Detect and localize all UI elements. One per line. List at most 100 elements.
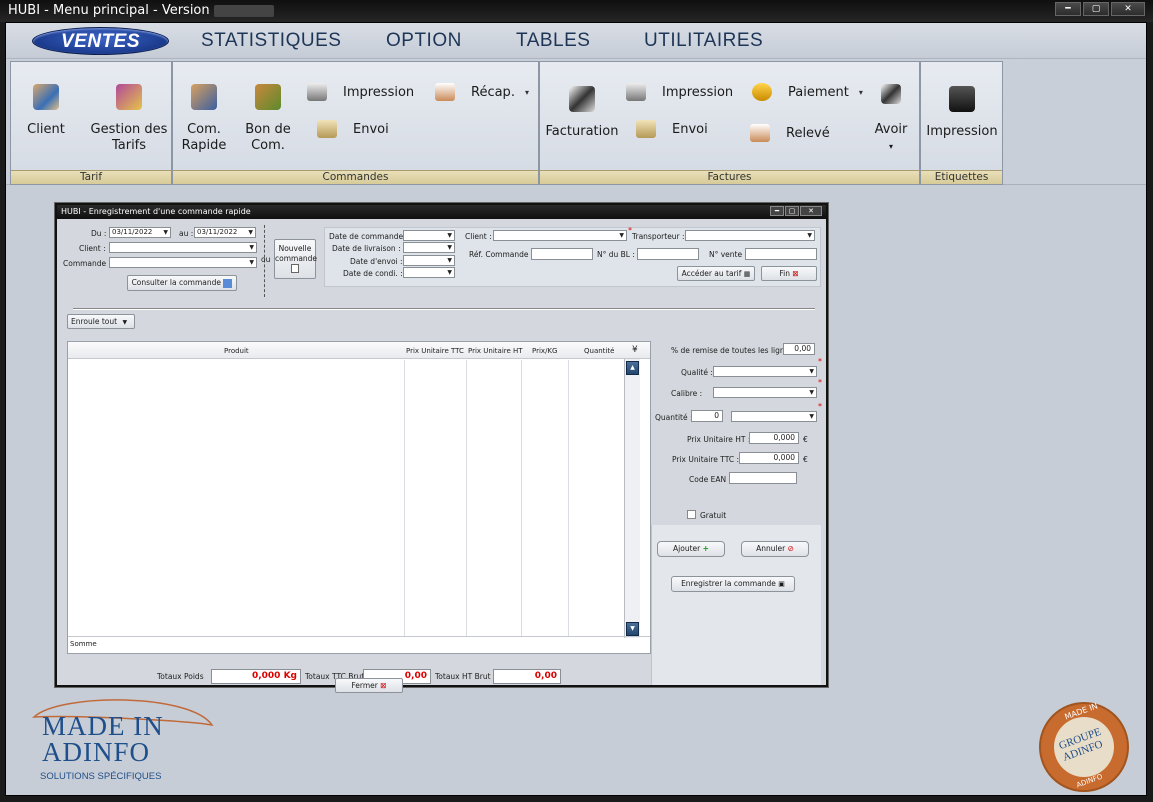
col-produit[interactable]: Produit <box>224 347 249 355</box>
recap-dropdown-icon[interactable]: ▾ <box>525 88 529 97</box>
ref-commande-input[interactable] <box>531 248 593 260</box>
col-prix-ht[interactable]: Prix Unitaire HT <box>468 347 523 355</box>
remise-input[interactable]: 0,00 <box>783 343 815 355</box>
paiement-button[interactable]: Paiement ▾ <box>752 83 863 101</box>
facturation-button[interactable]: Facturation <box>544 86 620 140</box>
ajouter-button[interactable]: Ajouter + <box>657 541 725 557</box>
chevron-down-icon: ▼ <box>163 229 168 236</box>
enregistrer-label: Enregistrer la commande <box>681 579 776 588</box>
commandes-envoi-label: Envoi <box>353 121 389 137</box>
window-controls: ━ ▢ ✕ <box>1053 2 1145 18</box>
ou-label: ou <box>261 255 271 264</box>
dialog-minimize-button[interactable]: ━ <box>770 206 784 216</box>
menu-tables[interactable]: TABLES <box>516 27 590 55</box>
client-button[interactable]: Client <box>21 84 71 138</box>
maximize-button[interactable]: ▢ <box>1083 2 1109 16</box>
etiquettes-impression-button[interactable]: Impression <box>925 86 999 140</box>
enregistrer-commande-button[interactable]: Enregistrer la commande ▣ <box>671 576 795 592</box>
totaux-poids-value: 0,000 Kg <box>211 669 301 684</box>
transporteur-label: Transporteur : <box>632 232 685 241</box>
recap-button[interactable]: Récap. ▾ <box>435 83 529 101</box>
scroll-down-button[interactable]: ▼ <box>626 622 639 636</box>
date-envoi-picker[interactable]: ▼ <box>403 255 455 266</box>
bon-de-commande-button[interactable]: Bon de Com. <box>243 84 293 154</box>
quantite-input[interactable]: 0 <box>691 410 723 422</box>
expand-columns-icon[interactable]: ¥ <box>632 345 638 355</box>
euro-label: € <box>803 435 808 444</box>
chevron-down-icon: ▼ <box>248 229 253 236</box>
date-envoi-label: Date d'envoi : <box>350 257 403 266</box>
acceder-tarif-label: Accéder au tarif <box>681 269 742 278</box>
num-vente-label: N° vente : <box>709 250 748 259</box>
gratuit-checkbox[interactable] <box>687 510 696 519</box>
paiement-dropdown-icon[interactable]: ▾ <box>859 88 863 97</box>
label-printer-icon <box>949 86 975 112</box>
pu-ht-label: Prix Unitaire HT : <box>687 435 751 444</box>
close-icon: ⊠ <box>792 269 799 278</box>
acceder-tarif-button[interactable]: Accéder au tarif ▦ <box>677 266 755 281</box>
calendar-icon <box>435 83 455 101</box>
pu-ttc-input[interactable]: 0,000 <box>739 452 799 464</box>
save-icon: ▣ <box>778 580 785 588</box>
totaux-poids-label: Totaux Poids <box>157 672 204 681</box>
group-label-commandes: Commandes <box>173 170 538 184</box>
releve-button[interactable]: Relevé <box>750 124 830 142</box>
consulter-commande-button[interactable]: Consulter la commande <box>127 275 237 291</box>
chevron-down-icon: ▼ <box>447 232 452 239</box>
fermer-button[interactable]: Fermer ⊠ <box>335 678 403 693</box>
date-livraison-picker[interactable]: ▼ <box>403 242 455 253</box>
close-button[interactable]: ✕ <box>1111 2 1145 16</box>
logo-line-2: ADINFO <box>42 737 151 767</box>
gestion-tarifs-button[interactable]: Gestion des Tarifs <box>89 84 169 154</box>
col-prix-ttc[interactable]: Prix Unitaire TTC <box>406 347 464 355</box>
group-label-tarif: Tarif <box>11 170 171 184</box>
produits-grid[interactable]: Produit Prix Unitaire TTC Prix Unitaire … <box>67 341 651 654</box>
client-select[interactable]: ▼ <box>493 230 627 241</box>
num-bl-label: N° du BL : <box>597 250 635 259</box>
num-vente-input[interactable] <box>745 248 817 260</box>
num-bl-input[interactable] <box>637 248 699 260</box>
qualite-select[interactable]: ▼ <box>713 366 817 377</box>
required-marker: * <box>818 357 822 366</box>
enroule-tout-dropdown[interactable]: Enroule tout ▼ <box>67 314 135 329</box>
menu-statistiques[interactable]: STATISTIQUES <box>201 27 341 55</box>
au-date-picker[interactable]: 03/11/2022 ▼ <box>194 227 256 238</box>
nouvelle-commande-button[interactable]: Nouvelle commande <box>274 239 317 279</box>
dialog-close-button[interactable]: ✕ <box>800 206 822 216</box>
grid-scrollbar[interactable]: ▲ ▼ <box>624 359 640 638</box>
annuler-button[interactable]: Annuler ⊘ <box>741 541 809 557</box>
factures-envoi-button[interactable]: Envoi <box>636 120 708 138</box>
menu-utilitaires[interactable]: UTILITAIRES <box>644 27 763 55</box>
close-icon: ⊠ <box>380 681 387 690</box>
commandes-envoi-button[interactable]: Envoi <box>317 120 389 138</box>
factures-impression-button[interactable]: Impression <box>626 83 733 101</box>
avoir-dropdown-icon[interactable]: ▾ <box>889 142 893 151</box>
scroll-up-button[interactable]: ▲ <box>626 361 639 375</box>
transporteur-select[interactable]: ▼ <box>685 230 815 241</box>
commande-rapide-dialog: HUBI - Enregistrement d'une commande rap… <box>55 203 828 693</box>
pu-ht-input[interactable]: 0,000 <box>749 432 799 444</box>
date-condi-picker[interactable]: ▼ <box>403 267 455 278</box>
commande-filter-select[interactable]: ▼ <box>109 257 257 268</box>
ean-input[interactable] <box>729 472 797 484</box>
dialog-titlebar: HUBI - Enregistrement d'une commande rap… <box>57 205 826 219</box>
commandes-impression-button[interactable]: Impression <box>307 83 414 101</box>
col-quantite[interactable]: Quantité <box>584 347 614 355</box>
calibre-select[interactable]: ▼ <box>713 387 817 398</box>
date-commande-picker[interactable]: ▼ <box>403 230 455 241</box>
col-prix-kg[interactable]: Prix/KG <box>532 347 557 355</box>
fin-button[interactable]: Fin ⊠ <box>761 266 817 281</box>
unite-select[interactable]: ▼ <box>731 411 817 422</box>
recap-label: Récap. <box>471 84 515 100</box>
column-divider <box>521 360 522 636</box>
qualite-label: Qualité : <box>681 368 713 377</box>
pu-ttc-label: Prix Unitaire TTC : <box>672 455 739 464</box>
avoir-button[interactable]: Avoir ▾ <box>866 84 916 155</box>
client-filter-select[interactable]: ▼ <box>109 242 257 253</box>
menu-option[interactable]: OPTION <box>386 27 462 55</box>
com-rapide-button[interactable]: Com. Rapide <box>179 84 229 154</box>
dialog-maximize-button[interactable]: ▢ <box>785 206 799 216</box>
minimize-button[interactable]: ━ <box>1055 2 1081 16</box>
menu-ventes[interactable]: VENTES <box>32 27 170 55</box>
du-date-picker[interactable]: 03/11/2022 ▼ <box>109 227 171 238</box>
